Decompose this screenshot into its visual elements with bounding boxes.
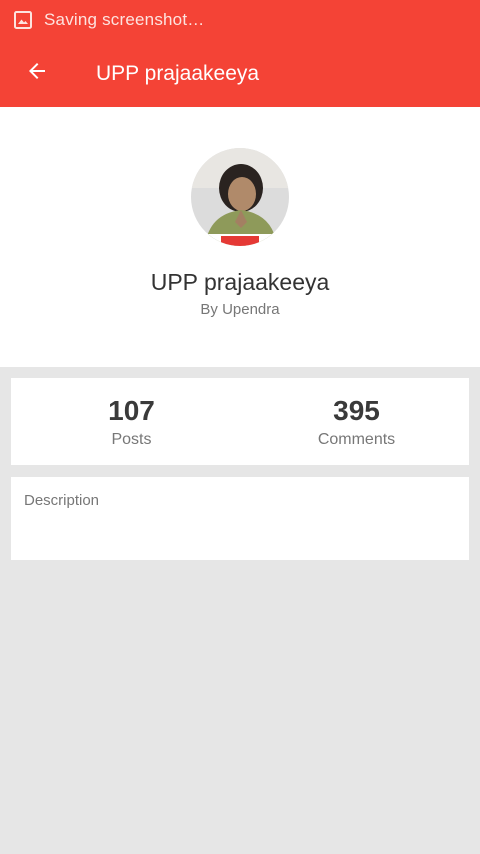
comments-stat[interactable]: 395 Comments — [244, 378, 469, 449]
avatar[interactable] — [191, 148, 289, 246]
back-arrow-icon — [25, 59, 49, 88]
posts-label: Posts — [111, 431, 152, 448]
description-card: Description — [11, 477, 469, 560]
profile-name: UPP prajaakeeya — [150, 269, 330, 295]
profile-author: By Upendra — [200, 301, 280, 318]
back-button[interactable] — [13, 50, 61, 98]
status-text: Saving screenshot… — [44, 10, 205, 29]
comments-count: 395 — [333, 395, 380, 426]
profile-section: UPP prajaakeeya By Upendra — [0, 107, 480, 367]
toolbar: UPP prajaakeeya — [0, 40, 480, 107]
stats-card: 107 Posts 395 Comments — [11, 378, 469, 465]
comments-label: Comments — [317, 431, 396, 448]
screenshot-icon — [14, 11, 32, 29]
posts-stat[interactable]: 107 Posts — [19, 378, 244, 449]
toolbar-title: UPP prajaakeeya — [96, 61, 260, 85]
description-label: Description — [24, 492, 100, 509]
status-bar: Saving screenshot… — [0, 0, 480, 40]
posts-count: 107 — [108, 395, 155, 426]
